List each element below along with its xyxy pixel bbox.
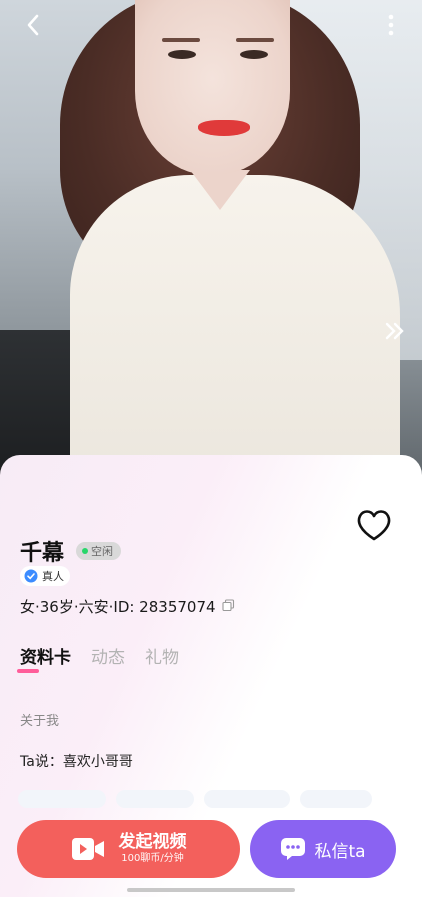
photo-brow-left bbox=[162, 38, 200, 42]
profile-tabs: 资料卡 动态 礼物 bbox=[20, 643, 199, 668]
video-call-price: 100聊币/分钟 bbox=[121, 853, 184, 864]
tag-chip bbox=[18, 790, 106, 808]
video-call-texts: 发起视频 100聊币/分钟 bbox=[119, 832, 187, 866]
home-indicator bbox=[127, 888, 295, 892]
tab-gifts[interactable]: 礼物 bbox=[145, 643, 179, 668]
back-button[interactable] bbox=[18, 10, 48, 40]
photo-face bbox=[135, 0, 290, 175]
chat-bubble-icon bbox=[281, 838, 306, 860]
video-camera-icon bbox=[71, 838, 104, 860]
tag-chip bbox=[300, 790, 372, 808]
photo-shirt bbox=[70, 175, 400, 480]
photo-eye-left bbox=[168, 50, 196, 59]
profile-name: 千幕 bbox=[20, 541, 65, 566]
profile-photo[interactable] bbox=[0, 0, 422, 480]
more-vertical-icon bbox=[388, 14, 394, 36]
verified-badge: 真人 bbox=[20, 566, 70, 586]
more-options-button[interactable] bbox=[376, 10, 406, 40]
verified-badge-icon bbox=[24, 569, 38, 583]
heart-outline-icon bbox=[357, 510, 391, 541]
tag-chip bbox=[116, 790, 194, 808]
tab-profile-card[interactable]: 资料卡 bbox=[20, 643, 71, 668]
bio-text: Ta说：喜欢小哥哥 bbox=[20, 754, 133, 770]
online-dot-icon bbox=[82, 548, 89, 554]
favorite-button[interactable] bbox=[354, 505, 394, 545]
video-call-label: 发起视频 bbox=[118, 832, 187, 852]
photo-eye-right bbox=[240, 50, 268, 59]
double-chevron-right-icon bbox=[385, 322, 404, 340]
profile-meta: 女·36岁·六安·ID: 28357074 bbox=[20, 596, 235, 617]
private-message-button[interactable]: 私信ta bbox=[250, 820, 396, 878]
chevron-left-icon bbox=[27, 14, 39, 36]
verified-label: 真人 bbox=[42, 570, 64, 583]
photo-brow-right bbox=[236, 38, 274, 42]
profile-meta-text: 女·36岁·六安·ID: 28357074 bbox=[20, 598, 216, 616]
about-section-title: 关于我 bbox=[20, 714, 60, 729]
tag-chip bbox=[204, 790, 290, 808]
status-badge: 空闲 bbox=[76, 542, 122, 560]
copy-icon bbox=[221, 598, 234, 611]
name-row: 千幕 空闲 bbox=[20, 535, 122, 567]
status-label: 空闲 bbox=[91, 545, 114, 558]
copy-id-button[interactable] bbox=[221, 598, 235, 616]
photo-lips bbox=[198, 120, 250, 136]
private-message-label: 私信ta bbox=[314, 841, 366, 862]
next-photo-button[interactable] bbox=[382, 318, 408, 344]
tab-moments[interactable]: 动态 bbox=[91, 643, 125, 668]
start-video-call-button[interactable]: 发起视频 100聊币/分钟 bbox=[17, 820, 240, 878]
tab-active-indicator bbox=[17, 669, 39, 673]
